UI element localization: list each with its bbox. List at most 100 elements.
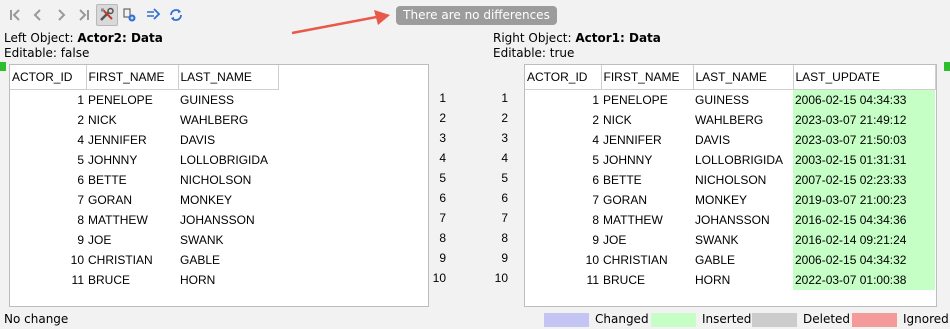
table-row[interactable]: 8 MATTHEW JOHANSSON: [10, 210, 278, 230]
table-cell[interactable]: 6: [10, 170, 86, 190]
table-cell[interactable]: JOHANSSON: [693, 210, 793, 230]
table-cell[interactable]: 2006-02-15 04:34:33: [793, 89, 935, 110]
column-header[interactable]: ACTOR_ID: [10, 65, 87, 90]
table-cell[interactable]: 2019-03-07 21:00:23: [793, 190, 935, 210]
table-cell[interactable]: 7: [525, 190, 601, 210]
table-row[interactable]: 11 BRUCE HORN 2022-03-07 01:00:38: [525, 270, 935, 290]
table-cell[interactable]: 2006-02-15 04:34:32: [793, 250, 935, 270]
table-cell[interactable]: BRUCE: [601, 270, 693, 290]
table-cell[interactable]: 4: [10, 130, 86, 150]
table-cell[interactable]: 9: [10, 230, 86, 250]
table-cell[interactable]: HORN: [693, 270, 793, 290]
table-cell[interactable]: 2022-03-07 01:00:38: [793, 270, 935, 290]
table-row[interactable]: 10 CHRISTIAN GABLE 2006-02-15 04:34:32: [525, 250, 935, 270]
table-row[interactable]: 1 PENELOPE GUINESS 2006-02-15 04:34:33: [525, 89, 935, 111]
table-cell[interactable]: 7: [10, 190, 86, 210]
last-difference-button[interactable]: [73, 4, 95, 26]
table-cell[interactable]: BRUCE: [86, 270, 178, 290]
table-cell[interactable]: DAVIS: [178, 130, 278, 150]
table-cell[interactable]: 2007-02-15 02:23:33: [793, 170, 935, 190]
table-row[interactable]: 4 JENNIFER DAVIS 2023-03-07 21:50:03: [525, 130, 935, 150]
table-cell[interactable]: 2023-03-07 21:49:12: [793, 110, 935, 130]
table-cell[interactable]: LOLLOBRIGIDA: [178, 150, 278, 170]
table-cell[interactable]: JENNIFER: [601, 130, 693, 150]
table-cell[interactable]: JENNIFER: [86, 130, 178, 150]
table-cell[interactable]: JOE: [86, 230, 178, 250]
table-cell[interactable]: MONKEY: [693, 190, 793, 210]
table-cell[interactable]: GUINESS: [693, 90, 793, 111]
table-cell[interactable]: 2023-03-07 21:50:03: [793, 130, 935, 150]
compare-settings-button[interactable]: [119, 4, 141, 26]
table-cell[interactable]: 4: [525, 130, 601, 150]
table-cell[interactable]: 2016-02-14 09:21:24: [793, 230, 935, 250]
table-cell[interactable]: CHRISTIAN: [86, 250, 178, 270]
table-cell[interactable]: JOHANSSON: [178, 210, 278, 230]
table-cell[interactable]: NICK: [86, 110, 178, 130]
table-cell[interactable]: BETTE: [86, 170, 178, 190]
table-row[interactable]: 6 BETTE NICHOLSON 2007-02-15 02:23:33: [525, 170, 935, 190]
table-cell[interactable]: 2: [10, 110, 86, 130]
column-header[interactable]: LAST_NAME: [693, 65, 794, 90]
table-row[interactable]: 9 JOE SWANK: [10, 230, 278, 250]
table-cell[interactable]: DAVIS: [693, 130, 793, 150]
table-cell[interactable]: 11: [525, 270, 601, 290]
table-cell[interactable]: CHRISTIAN: [601, 250, 693, 270]
first-difference-button[interactable]: [4, 4, 26, 26]
table-cell[interactable]: GABLE: [178, 250, 278, 270]
table-row[interactable]: 10 CHRISTIAN GABLE: [10, 250, 278, 270]
table-cell[interactable]: JOHNNY: [601, 150, 693, 170]
table-cell[interactable]: LOLLOBRIGIDA: [693, 150, 793, 170]
table-row[interactable]: 7 GORAN MONKEY: [10, 190, 278, 210]
table-cell[interactable]: MATTHEW: [601, 210, 693, 230]
table-cell[interactable]: 2: [525, 110, 601, 130]
table-row[interactable]: 2 NICK WAHLBERG: [10, 110, 278, 130]
table-row[interactable]: 5 JOHNNY LOLLOBRIGIDA 2003-02-15 01:31:31: [525, 150, 935, 170]
tools-button[interactable]: [96, 4, 118, 26]
table-cell[interactable]: GABLE: [693, 250, 793, 270]
table-cell[interactable]: 1: [10, 90, 86, 111]
left-data-grid[interactable]: ACTOR_ID FIRST_NAME LAST_NAME 1 PENELOPE G…: [9, 64, 429, 307]
table-cell[interactable]: MATTHEW: [86, 210, 178, 230]
right-data-grid[interactable]: ACTOR_ID FIRST_NAME LAST_NAME LAST_UPDAT…: [524, 64, 937, 307]
table-cell[interactable]: 5: [10, 150, 86, 170]
table-cell[interactable]: WAHLBERG: [693, 110, 793, 130]
table-cell[interactable]: 6: [525, 170, 601, 190]
table-cell[interactable]: PENELOPE: [86, 90, 178, 111]
table-cell[interactable]: 10: [10, 250, 86, 270]
table-row[interactable]: 2 NICK WAHLBERG 2023-03-07 21:49:12: [525, 110, 935, 130]
table-cell[interactable]: 11: [10, 270, 86, 290]
table-cell[interactable]: GORAN: [601, 190, 693, 210]
table-row[interactable]: 4 JENNIFER DAVIS: [10, 130, 278, 150]
table-cell[interactable]: SWANK: [693, 230, 793, 250]
refresh-button[interactable]: [165, 4, 187, 26]
table-row[interactable]: 5 JOHNNY LOLLOBRIGIDA: [10, 150, 278, 170]
table-cell[interactable]: 9: [525, 230, 601, 250]
previous-difference-button[interactable]: [27, 4, 49, 26]
next-difference-button[interactable]: [50, 4, 72, 26]
table-cell[interactable]: NICHOLSON: [178, 170, 278, 190]
table-row[interactable]: 6 BETTE NICHOLSON: [10, 170, 278, 190]
column-header[interactable]: ACTOR_ID: [525, 65, 602, 90]
table-row[interactable]: 8 MATTHEW JOHANSSON 2016-02-15 04:34:36: [525, 210, 935, 230]
table-row[interactable]: 1 PENELOPE GUINESS: [10, 90, 278, 111]
table-cell[interactable]: PENELOPE: [601, 90, 693, 111]
table-cell[interactable]: MONKEY: [178, 190, 278, 210]
table-cell[interactable]: 10: [525, 250, 601, 270]
table-cell[interactable]: NICHOLSON: [693, 170, 793, 190]
table-cell[interactable]: GORAN: [86, 190, 178, 210]
table-cell[interactable]: 2003-02-15 01:31:31: [793, 150, 935, 170]
table-cell[interactable]: 8: [525, 210, 601, 230]
table-cell[interactable]: NICK: [601, 110, 693, 130]
table-cell[interactable]: JOHNNY: [86, 150, 178, 170]
merge-right-button[interactable]: [142, 4, 164, 26]
table-cell[interactable]: HORN: [178, 270, 278, 290]
table-cell[interactable]: SWANK: [178, 230, 278, 250]
column-header[interactable]: LAST_UPDATE: [793, 65, 936, 90]
table-cell[interactable]: GUINESS: [178, 90, 278, 111]
column-header[interactable]: FIRST_NAME: [86, 65, 179, 90]
column-header[interactable]: LAST_NAME: [178, 65, 279, 90]
table-cell[interactable]: 1: [525, 90, 601, 111]
column-header[interactable]: FIRST_NAME: [601, 65, 694, 90]
table-cell[interactable]: BETTE: [601, 170, 693, 190]
table-row[interactable]: 11 BRUCE HORN: [10, 270, 278, 290]
